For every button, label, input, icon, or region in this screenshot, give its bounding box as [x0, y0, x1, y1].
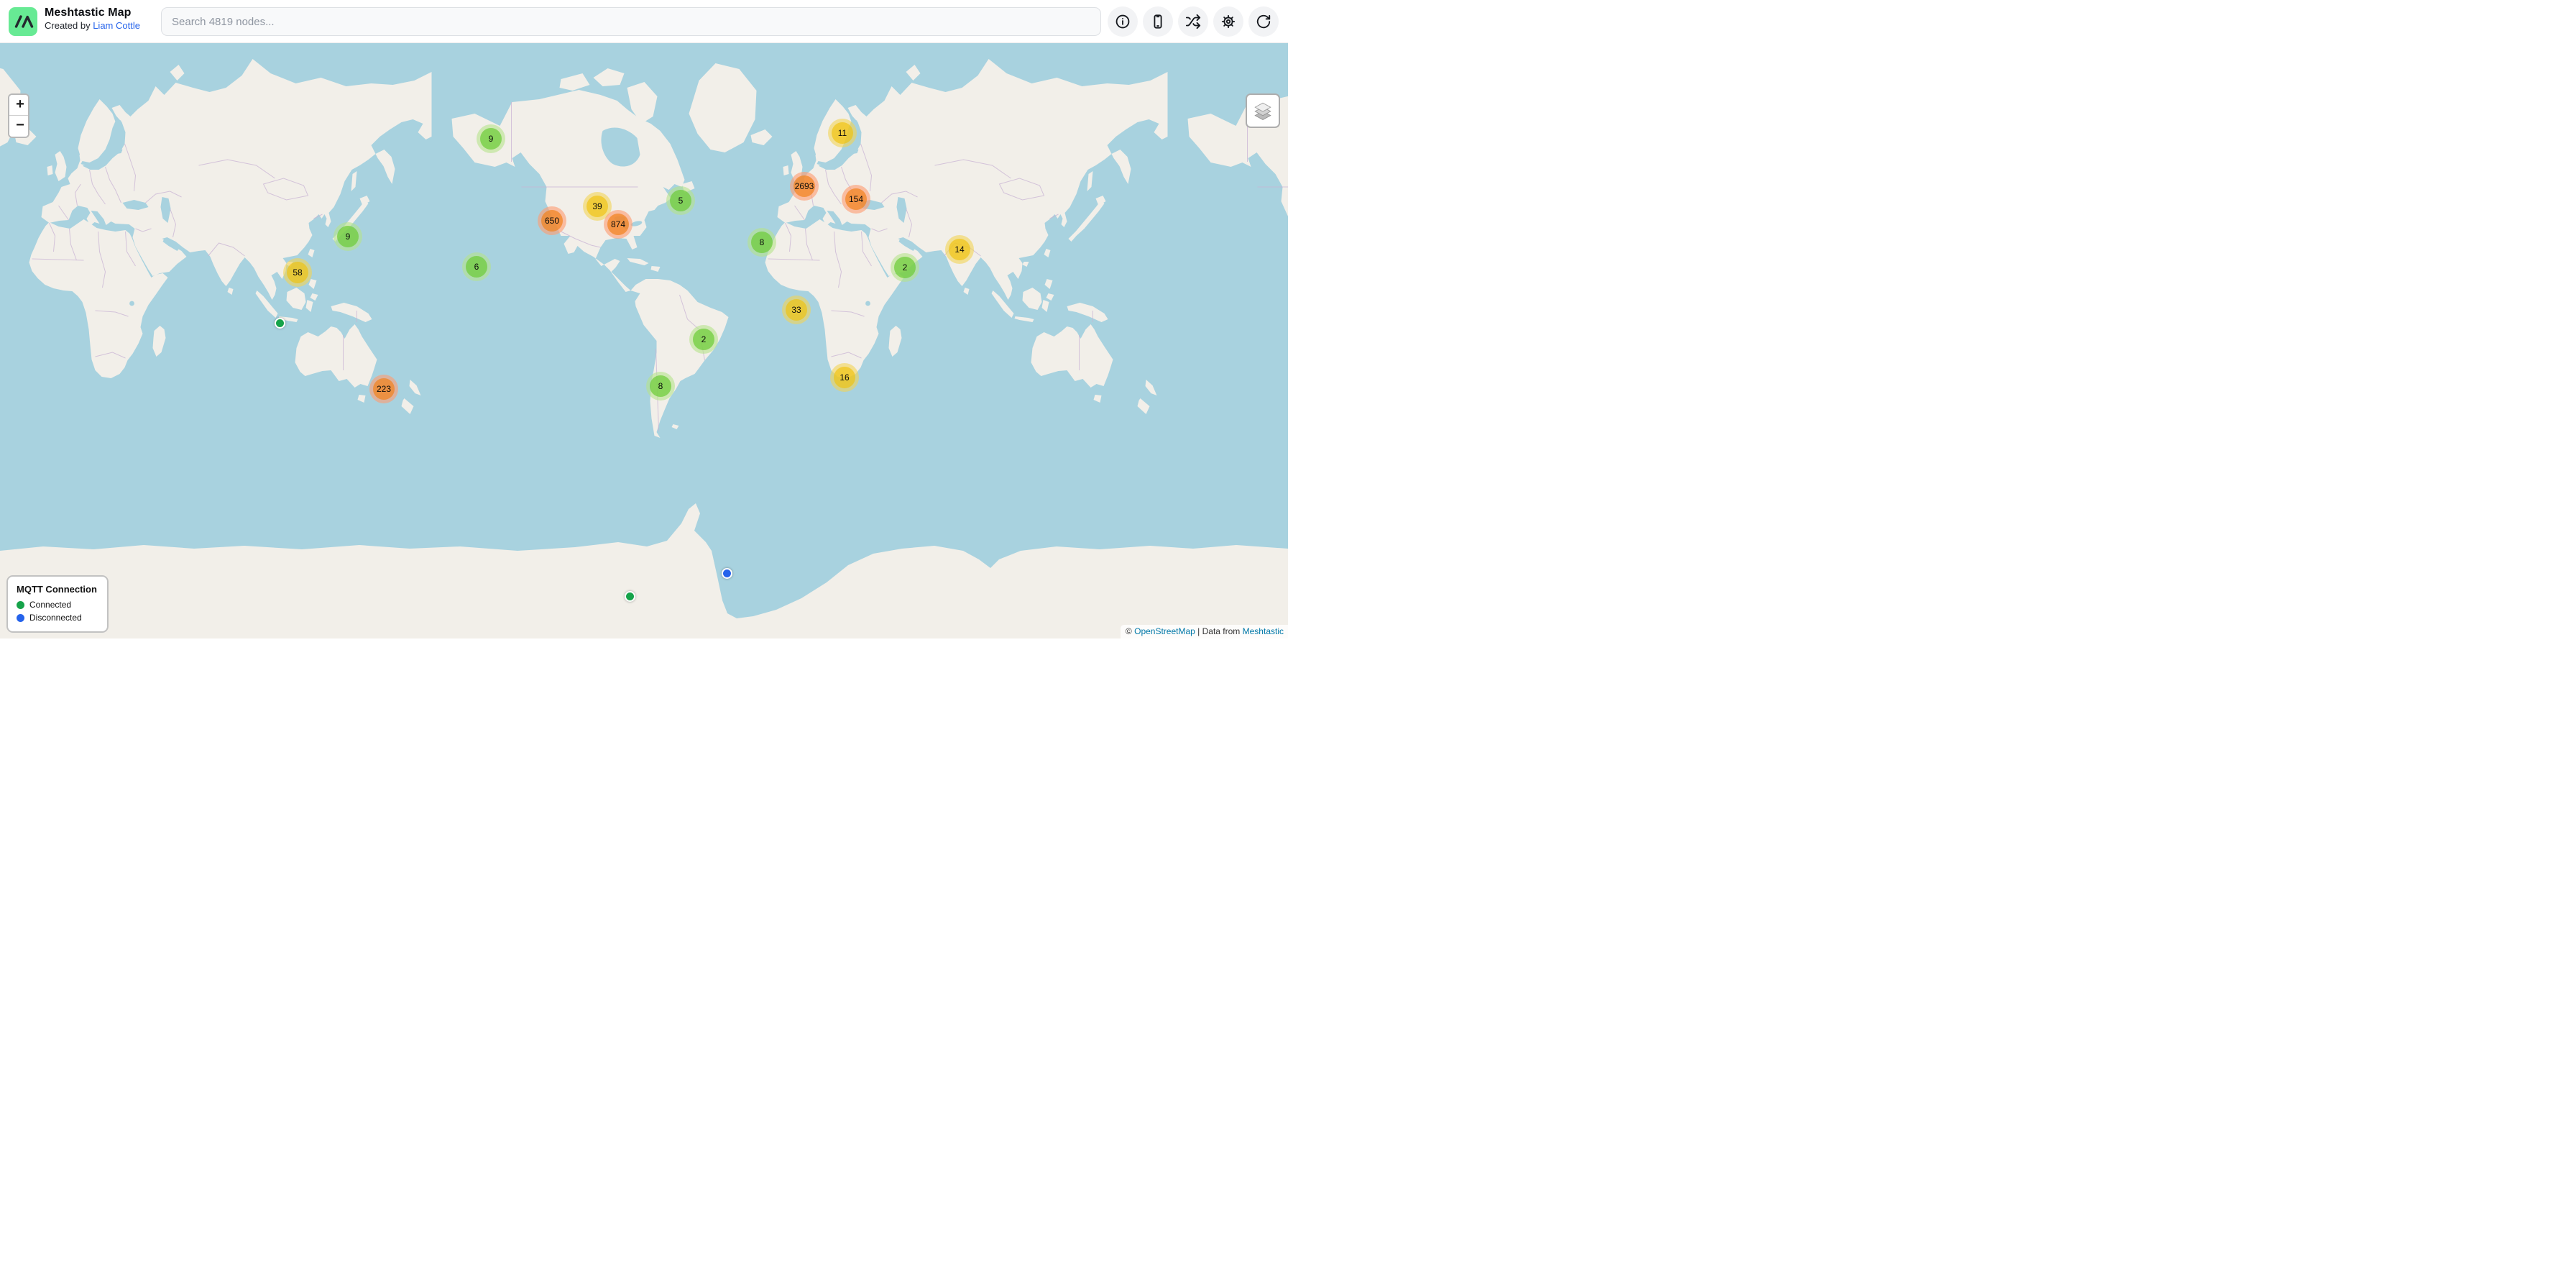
byline: Created by Liam Cottle	[45, 20, 140, 32]
legend-swatch	[17, 614, 24, 622]
random-node-button[interactable]	[1178, 6, 1208, 37]
node-cluster[interactable]: 14	[945, 235, 974, 264]
node-cluster[interactable]: 58	[283, 258, 312, 287]
legend-label: Disconnected	[29, 613, 82, 623]
info-button[interactable]	[1108, 6, 1138, 37]
info-icon	[1115, 14, 1131, 29]
node-cluster[interactable]: 2	[689, 325, 718, 354]
legend-item: Disconnected	[17, 613, 97, 623]
meshtastic-logo-icon	[9, 7, 37, 36]
osm-link[interactable]: OpenStreetMap	[1134, 626, 1195, 636]
attribution-middle: | Data from	[1195, 626, 1243, 636]
node-cluster-count: 874	[607, 214, 629, 235]
shuffle-icon	[1185, 14, 1201, 29]
gear-icon	[1220, 14, 1236, 29]
node-cluster[interactable]: 5	[666, 186, 695, 215]
node-cluster-count: 2693	[794, 175, 815, 197]
world-map[interactable]: + − MQTT Connection Connected Disconnecte…	[0, 43, 1288, 638]
zoom-control: + −	[8, 93, 29, 138]
mqtt-connection-legend: MQTT Connection Connected Disconnected	[6, 575, 109, 633]
node-cluster-count: 223	[373, 378, 395, 400]
node-cluster[interactable]: 650	[538, 206, 566, 235]
page-title: Meshtastic Map	[45, 6, 140, 20]
node-cluster-count: 33	[786, 299, 807, 321]
title-block: Meshtastic Map Created by Liam Cottle	[45, 6, 140, 32]
node-cluster-count: 58	[287, 262, 308, 283]
node-cluster-count: 16	[834, 367, 855, 388]
node-cluster[interactable]: 11	[828, 119, 857, 147]
node-cluster-count: 39	[586, 196, 608, 217]
node-cluster[interactable]: 9	[334, 222, 362, 251]
node-cluster[interactable]: 154	[842, 185, 870, 214]
top-bar: Meshtastic Map Created by Liam Cottle	[0, 0, 1288, 43]
node-cluster-count: 14	[949, 239, 970, 260]
map-tiles	[0, 43, 1288, 638]
node-cluster[interactable]: 33	[782, 296, 811, 324]
node-cluster-count: 6	[466, 256, 487, 278]
node-cluster-count: 5	[670, 190, 691, 211]
node-marker-connected[interactable]	[625, 591, 635, 602]
node-cluster-count: 8	[751, 232, 773, 253]
search-input[interactable]	[161, 7, 1101, 36]
node-marker-disconnected[interactable]	[722, 568, 732, 579]
settings-button[interactable]	[1213, 6, 1243, 37]
node-cluster-count: 154	[845, 188, 867, 210]
attribution-copyright: ©	[1126, 626, 1134, 636]
header-buttons	[1108, 6, 1279, 37]
node-cluster[interactable]: 16	[830, 363, 859, 392]
byline-link[interactable]: Liam Cottle	[93, 20, 140, 31]
node-cluster-count: 650	[541, 210, 563, 232]
zoom-out-button[interactable]: −	[9, 116, 29, 137]
node-cluster-count: 11	[832, 122, 853, 144]
refresh-icon	[1256, 14, 1271, 29]
zoom-in-button[interactable]: +	[9, 95, 29, 116]
node-cluster-count: 2	[894, 257, 916, 278]
meshtastic-logo[interactable]	[9, 7, 37, 36]
legend-swatch	[17, 601, 24, 609]
node-cluster[interactable]: 2	[891, 253, 919, 282]
node-marker-connected[interactable]	[275, 318, 285, 329]
legend-label: Connected	[29, 600, 71, 610]
node-cluster-count: 9	[480, 128, 502, 150]
node-cluster[interactable]: 9	[477, 124, 505, 153]
smartphone-icon	[1150, 14, 1166, 29]
node-cluster[interactable]: 874	[604, 210, 632, 239]
search-wrap	[161, 7, 1101, 36]
map-attribution: © OpenStreetMap | Data from Meshtastic	[1121, 625, 1288, 638]
node-cluster[interactable]: 2693	[790, 172, 819, 201]
node-cluster-count: 2	[693, 329, 714, 350]
node-cluster[interactable]: 6	[462, 252, 491, 281]
node-cluster[interactable]: 223	[369, 375, 398, 403]
node-cluster[interactable]: 8	[748, 228, 776, 257]
node-cluster-count: 9	[337, 226, 359, 247]
legend-title: MQTT Connection	[17, 584, 97, 595]
layers-control[interactable]	[1246, 93, 1280, 128]
byline-prefix: Created by	[45, 20, 93, 31]
refresh-button[interactable]	[1248, 6, 1279, 37]
layers-icon	[1253, 101, 1273, 121]
node-cluster-count: 8	[650, 375, 671, 397]
meshtastic-link[interactable]: Meshtastic	[1243, 626, 1284, 636]
legend-item: Connected	[17, 600, 97, 610]
node-cluster[interactable]: 8	[646, 372, 675, 401]
mobile-app-button[interactable]	[1143, 6, 1173, 37]
